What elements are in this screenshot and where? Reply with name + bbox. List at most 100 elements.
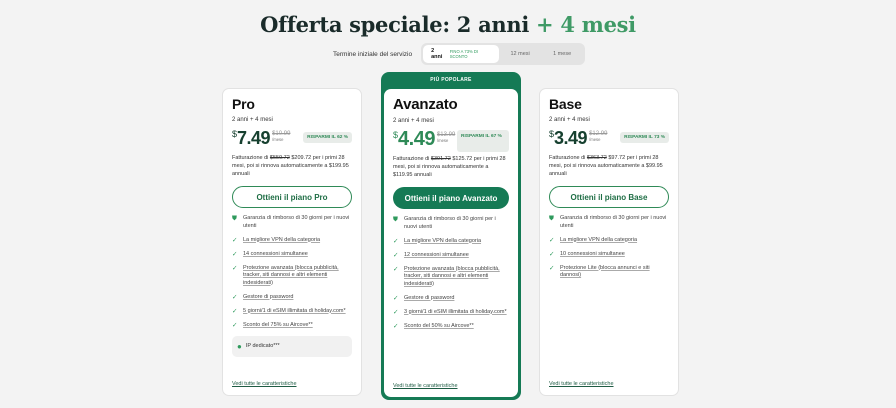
feature-link[interactable]: 10 connessioni simultanee	[560, 251, 625, 259]
feature-link[interactable]: Protezione avanzata (blocca pubblicità, …	[404, 266, 509, 289]
billing-old-price: $391.72	[430, 156, 451, 162]
check-icon: ✓	[232, 264, 238, 272]
see-all-features-link[interactable]: Vedi tutte le caratteristiche	[549, 381, 614, 387]
check-icon: ✓	[393, 251, 399, 259]
feature-item: ✓ 14 connessioni simultanee	[232, 251, 352, 259]
feature-item: ✓ 3 giorni/1 di eSIM illimitata di holida…	[393, 309, 509, 317]
plan-subtitle: 2 anni + 4 mesi	[393, 118, 434, 124]
page-title: Offerta speciale: 2 anni + 4 mesi	[0, 12, 896, 37]
check-icon: ✓	[232, 236, 238, 244]
check-icon: ✓	[549, 236, 555, 244]
shield-icon: ⛊	[232, 215, 237, 222]
feature-link[interactable]: 12 connessioni simultanee	[404, 252, 469, 260]
savings-badge: RISPARMI IL 73 %	[620, 132, 669, 143]
plan-subtitle: 2 anni + 4 mesi	[549, 117, 590, 123]
feature-item: ✓ Sconto del 50% su Aircove**	[393, 323, 509, 331]
plan-name: Avanzato	[393, 96, 458, 113]
billing-prefix: Fatturazione di	[232, 155, 269, 161]
get-advanced-button[interactable]: Ottieni il piano Avanzato	[393, 187, 509, 209]
feature-link[interactable]: Protezione avanzata (blocca pubblicità, …	[243, 265, 352, 288]
feature-link[interactable]: Sconto del 75% su Aircove**	[243, 322, 313, 330]
price-row: $ 7.49 $10.99 /mese RISPARMI IL 62 %	[232, 128, 352, 151]
check-icon: ✓	[393, 265, 399, 273]
term-selector-row: Termine iniziale del servizio 2 anni FIN…	[333, 43, 586, 65]
feature-link[interactable]: Gestore di password	[404, 295, 454, 303]
billing-prefix: Fatturazione di	[549, 155, 586, 161]
check-icon: ✓	[232, 321, 238, 329]
price: 7.49	[237, 128, 271, 148]
savings-badge: RISPARMI IL 67 %	[457, 130, 509, 152]
feature-item: ✓ 10 connessioni simultanee	[549, 251, 669, 259]
see-all-features-link[interactable]: Vedi tutte le caratteristiche	[232, 381, 297, 387]
plan-subtitle: 2 anni + 4 mesi	[232, 117, 273, 123]
billing-prefix: Fatturazione di	[393, 156, 430, 162]
price: 4.49	[398, 128, 435, 150]
feature-list: ⛊ Garanzia di rimborso di 30 giorni per i…	[232, 215, 352, 329]
see-all-features-link[interactable]: Vedi tutte le caratteristiche	[393, 383, 458, 389]
check-icon: ✓	[393, 237, 399, 245]
feature-item: ✓ 5 giorni/1 di eSIM illimitata di holida…	[232, 308, 352, 316]
price-row: $ 3.49 $12.99 /mese RISPARMI IL 73 %	[549, 128, 669, 151]
feature-text: Garanzia di rimborso di 30 giorni per i …	[404, 216, 496, 230]
term-option-12-months[interactable]: 12 mesi	[499, 45, 541, 63]
get-base-button[interactable]: Ottieni il piano Base	[549, 186, 669, 208]
feature-item: ✓ Gestore di password	[232, 294, 352, 302]
term-option-2-years[interactable]: 2 anni FINO A 73% DI SCONTO	[423, 45, 500, 63]
check-icon: ✓	[549, 250, 555, 258]
check-icon: ✓	[232, 307, 238, 315]
check-icon: ✓	[393, 294, 399, 302]
price-period: /mese	[589, 137, 601, 142]
savings-badge: RISPARMI IL 62 %	[303, 132, 352, 143]
billing-text: Fatturazione di $363.72 $97.72 per i pri…	[549, 154, 669, 178]
feature-link[interactable]: Protezione Lite (blocca annunci e siti d…	[560, 265, 669, 280]
feature-link[interactable]: La migliore VPN della categoria	[560, 237, 637, 245]
price: 3.49	[554, 128, 588, 148]
term-option-1-month[interactable]: 1 mese	[541, 45, 583, 63]
feature-item: ✓ La migliore VPN della categoria	[549, 237, 669, 245]
feature-item: ⛊ Garanzia di rimborso di 30 giorni per i…	[232, 215, 352, 230]
dedicated-ip-label: IP dedicato***	[245, 343, 280, 349]
headline-accent: + 4 mesi	[536, 12, 636, 37]
term-option-label: 2 anni	[431, 48, 443, 60]
feature-link[interactable]: La migliore VPN della categoria	[404, 238, 481, 246]
shield-icon: ⛊	[393, 216, 398, 223]
billing-text: Fatturazione di $391.72 $125.72 per i pr…	[393, 155, 509, 179]
feature-link[interactable]: 3 giorni/1 di eSIM illimitata di holiday…	[404, 309, 507, 317]
billing-old-price: $559.72	[269, 155, 290, 161]
plan-card-advanced: PIÙ POPOLARE Avanzato 2 anni + 4 mesi $ …	[381, 72, 521, 400]
feature-list: ⛊ Garanzia di rimborso di 30 giorni per i…	[549, 215, 669, 280]
feature-text: Garanzia di rimborso di 30 giorni per i …	[560, 215, 667, 229]
headline-main: Offerta speciale: 2 anni	[260, 12, 530, 37]
check-icon: ✓	[232, 250, 238, 258]
feature-link[interactable]: La migliore VPN della categoria	[243, 237, 320, 245]
check-icon: ✓	[393, 322, 399, 330]
get-pro-button[interactable]: Ottieni il piano Pro	[232, 186, 352, 208]
plan-name: Pro	[232, 96, 255, 112]
price-period: /mese	[436, 138, 449, 143]
feature-item: ✓ Gestore di password	[393, 295, 509, 303]
feature-item: ⛊ Garanzia di rimborso di 30 giorni per i…	[393, 216, 509, 231]
term-option-discount: FINO A 73% DI SCONTO	[449, 49, 479, 59]
feature-link[interactable]: 14 connessioni simultanee	[243, 251, 308, 259]
feature-link[interactable]: 5 giorni/1 di eSIM illimitata di holiday…	[243, 308, 346, 316]
term-label: Termine iniziale del servizio	[333, 50, 413, 58]
price-period: /mese	[272, 137, 284, 142]
feature-item: ✓ Protezione avanzata (blocca pubblicità,…	[232, 265, 352, 288]
feature-item: ✓ Protezione avanzata (blocca pubblicità,…	[393, 266, 509, 289]
term-switch: 2 anni FINO A 73% DI SCONTO 12 mesi 1 me…	[421, 43, 586, 65]
feature-item: ✓ 12 connessioni simultanee	[393, 252, 509, 260]
check-icon: ✓	[549, 264, 555, 272]
feature-link[interactable]: Gestore di password	[243, 294, 293, 302]
plan-name: Base	[549, 96, 582, 112]
feature-link[interactable]: Sconto del 50% su Aircove**	[404, 323, 474, 331]
billing-text: Fatturazione di $559.72 $209.72 per i pr…	[232, 154, 352, 178]
dedicated-ip-box: ● IP dedicato***	[232, 335, 352, 357]
feature-item: ✓ La migliore VPN della categoria	[393, 238, 509, 246]
plan-card-pro: Pro 2 anni + 4 mesi $ 7.49 $10.99 /mese …	[222, 88, 362, 396]
plan-card-base: Base 2 anni + 4 mesi $ 3.49 $12.99 /mese…	[539, 88, 679, 396]
plan-card-advanced-inner: Avanzato 2 anni + 4 mesi $ 4.49 $13.99 /…	[384, 89, 518, 397]
feature-item: ✓ Protezione Lite (blocca annunci e siti …	[549, 265, 669, 280]
billing-old-price: $363.72	[586, 155, 607, 161]
price-row: $ 4.49 $13.99 /mese RISPARMI IL 67 %	[393, 129, 509, 152]
feature-text: Garanzia di rimborso di 30 giorni per i …	[243, 215, 350, 229]
